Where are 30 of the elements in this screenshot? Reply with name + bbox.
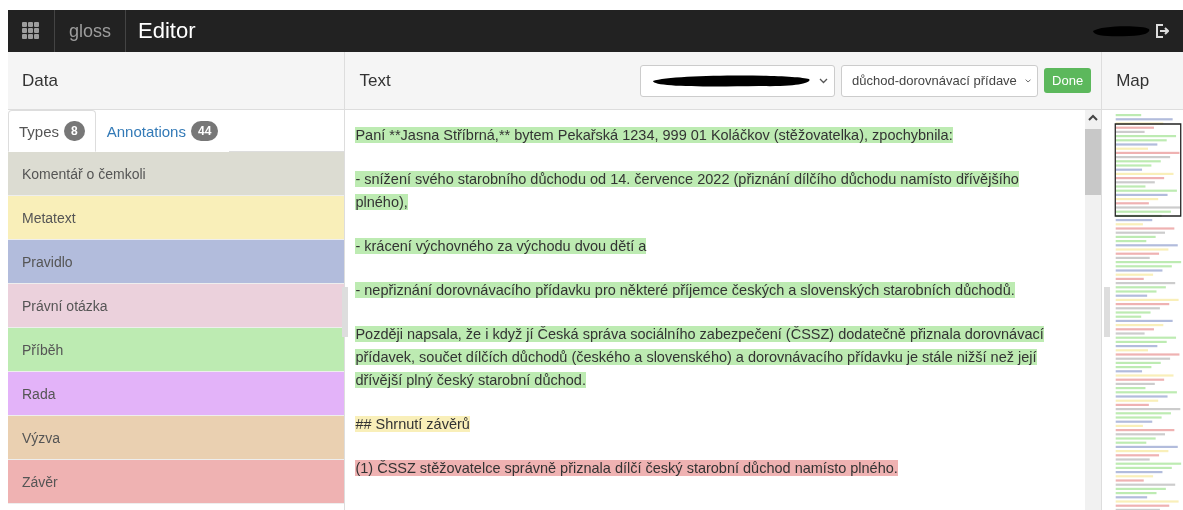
annotated-paragraph[interactable]: ## Shrnutí závěrů xyxy=(355,413,1046,436)
type-item[interactable]: Pravidlo xyxy=(8,240,345,284)
panel-title: Map xyxy=(1116,70,1150,91)
type-item[interactable]: Výzva xyxy=(8,416,345,460)
type-item[interactable]: Komentář o čemkoli xyxy=(8,152,345,196)
app-name[interactable]: gloss xyxy=(69,20,112,42)
chevron-down-icon xyxy=(1024,77,1032,84)
panel-title: Data xyxy=(22,70,58,91)
grid-menu-icon[interactable] xyxy=(22,22,40,40)
count-badge: 8 xyxy=(64,121,85,141)
type-item[interactable]: Metatext xyxy=(8,196,345,240)
scroll-up-icon[interactable] xyxy=(1088,114,1099,121)
panel-title: Text xyxy=(359,70,391,91)
count-badge: 44 xyxy=(190,121,219,141)
chevron-down-icon xyxy=(819,77,829,84)
resize-handle[interactable] xyxy=(342,287,349,337)
redaction-mark xyxy=(1091,24,1151,38)
scrollbar[interactable] xyxy=(1085,110,1102,510)
resize-handle[interactable] xyxy=(1104,287,1111,337)
logout-icon[interactable] xyxy=(1155,24,1169,38)
tab[interactable]: Types 8 xyxy=(8,110,96,152)
type-item[interactable]: Závěr xyxy=(8,460,345,504)
page-title: Editor xyxy=(137,17,197,45)
annotated-paragraph[interactable]: - krácení výchovného za východu dvou dětí a xyxy=(355,235,1046,258)
document-select[interactable] xyxy=(640,64,836,97)
type-item[interactable]: Právní otázka xyxy=(8,284,345,328)
type-item[interactable]: Rada xyxy=(8,372,345,416)
scrollbar-thumb[interactable] xyxy=(1085,129,1102,195)
type-item[interactable]: Příběh xyxy=(8,328,345,372)
section-select[interactable]: důchod-dorovnávací přídave xyxy=(841,64,1039,97)
